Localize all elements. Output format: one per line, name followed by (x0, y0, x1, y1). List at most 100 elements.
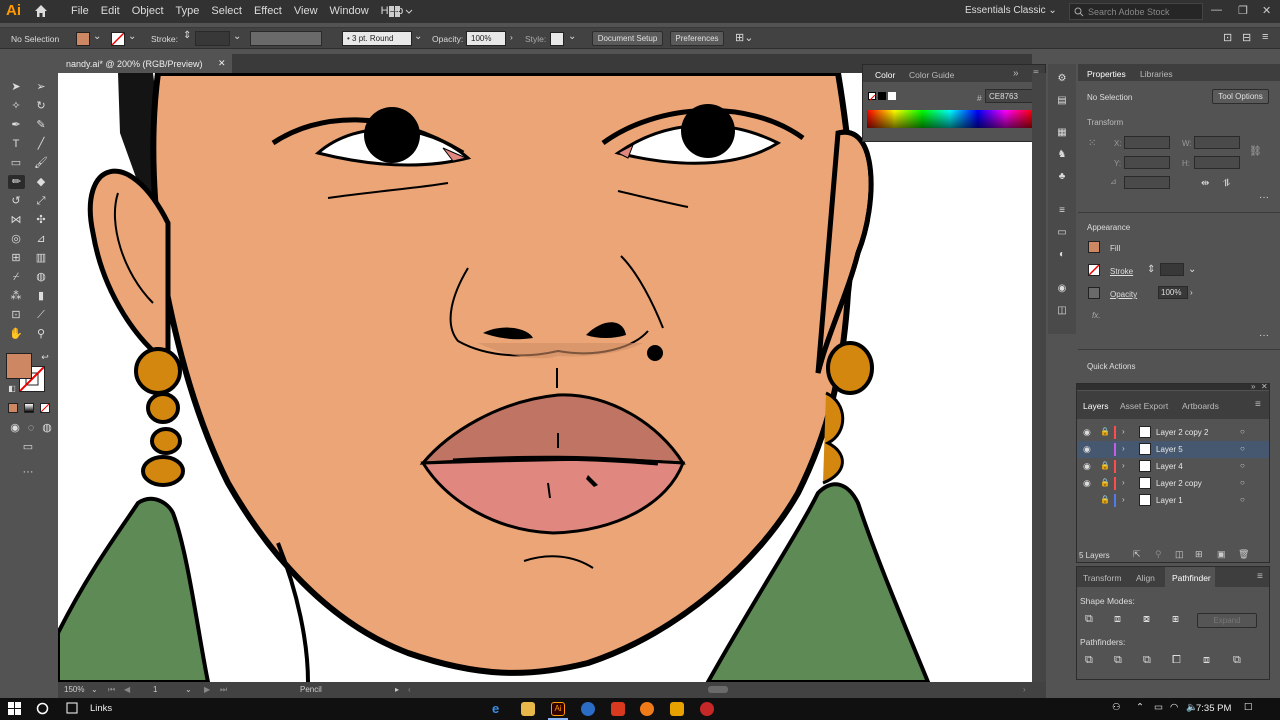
scroll-left-icon[interactable]: ‹ (408, 685, 411, 694)
properties-panel-icon[interactable]: ⚙ (1055, 72, 1069, 86)
symbols-icon[interactable]: ♣ (1055, 170, 1069, 184)
menu-file[interactable]: File (71, 5, 89, 17)
crop-icon[interactable]: ⧠ (1172, 654, 1181, 667)
swap-colors-icon[interactable]: ↩ (38, 350, 52, 364)
file-explorer-icon[interactable] (521, 702, 535, 716)
firefox-icon[interactable] (640, 702, 654, 716)
lock-icon[interactable]: 🔒 (1100, 427, 1110, 436)
opacity-label[interactable]: Opacity: (432, 34, 463, 44)
brushes-icon[interactable]: ♞ (1055, 148, 1069, 162)
screen-mode-icon[interactable]: ▭ (21, 440, 35, 454)
expand-layer-icon[interactable]: › (1122, 444, 1125, 453)
chevron-right-icon[interactable]: ▸ (395, 685, 399, 694)
mesh-tool-icon[interactable]: ⊞ (9, 251, 23, 265)
windows-start-icon[interactable] (8, 702, 21, 715)
layer-row[interactable]: ◉ 🔒 › Layer 2 copy 2 ○ (1077, 424, 1269, 441)
panel-menu-icon[interactable]: ≡ (1255, 399, 1261, 410)
gradient-tool-icon[interactable]: ▥ (34, 251, 48, 265)
hex-value-field[interactable]: CE8763 (985, 89, 1035, 103)
notifications-icon[interactable]: ☐ (1244, 702, 1253, 713)
scale-tool-icon[interactable]: ⤢ (34, 194, 48, 208)
layer-name[interactable]: Layer 2 copy (1156, 479, 1202, 488)
task-view-icon[interactable] (65, 702, 79, 715)
draw-behind-icon[interactable]: ◌ (24, 421, 38, 435)
menu-view[interactable]: View (294, 5, 318, 17)
reference-point-icon[interactable]: ⁙ (1088, 138, 1102, 152)
more-options-icon[interactable]: ··· (1259, 192, 1269, 203)
unite-icon[interactable]: ⧉ (1085, 613, 1093, 626)
fill-color-front[interactable] (6, 353, 32, 379)
default-colors-icon[interactable]: ◧ (5, 382, 19, 396)
hand-tool-icon[interactable]: ✋ (9, 327, 23, 341)
target-icon[interactable]: ○ (1240, 461, 1245, 470)
stroke-weight-field[interactable] (195, 31, 230, 46)
magic-wand-tool-icon[interactable]: ✧ (9, 99, 23, 113)
scroll-right-icon[interactable]: › (1023, 685, 1026, 694)
links-toolbar[interactable]: Links (90, 703, 112, 714)
menu-object[interactable]: Object (132, 5, 164, 17)
chevron-down-icon[interactable]: ⌄ (233, 31, 241, 42)
fill-swatch[interactable] (1088, 241, 1100, 253)
vertical-scrollbar[interactable] (1032, 73, 1046, 682)
puppet-warp-tool-icon[interactable]: ✣ (34, 213, 48, 227)
close-icon[interactable]: ✕ (1261, 382, 1268, 391)
tab-artboards[interactable]: Artboards (1182, 401, 1219, 411)
stroke-label[interactable]: Stroke (1110, 267, 1133, 276)
last-artboard-icon[interactable]: ⏭ (220, 685, 227, 695)
battery-icon[interactable]: ▭ (1154, 702, 1163, 713)
tab-color-guide[interactable]: Color Guide (909, 70, 954, 80)
white-swatch[interactable] (888, 92, 896, 100)
constrain-link-icon[interactable]: ⛓ (1249, 146, 1262, 157)
opacity-field[interactable]: 100% (1158, 286, 1188, 299)
layer-name[interactable]: Layer 1 (1156, 496, 1183, 505)
gradient-panel-icon[interactable]: ▭ (1055, 226, 1069, 240)
layer-row[interactable]: ◉ 🔒 › Layer 4 ○ (1077, 458, 1269, 475)
visibility-eye-icon[interactable]: ◉ (1083, 427, 1091, 438)
menu-effect[interactable]: Effect (254, 5, 282, 17)
panel-menu-icon[interactable]: ≡ (1257, 571, 1263, 582)
menu-select[interactable]: Select (211, 5, 242, 17)
chevron-down-icon[interactable]: ⌄ (414, 31, 422, 42)
clipping-mask-icon[interactable]: ◫ (1175, 549, 1184, 560)
expand-button[interactable]: Expand (1197, 613, 1257, 628)
gradient-mode-icon[interactable] (24, 403, 34, 413)
restore-icon[interactable]: ❐ (1238, 4, 1248, 17)
artboard-tool-icon[interactable]: ⊡ (9, 308, 23, 322)
illustrator-taskbar-icon[interactable]: Ai (551, 702, 565, 716)
stroke-swatch[interactable] (1088, 264, 1100, 276)
menu-edit[interactable]: Edit (101, 5, 120, 17)
stroke-stepper[interactable]: ⇕ (1147, 264, 1155, 275)
horizontal-scrollbar-thumb[interactable] (708, 686, 728, 693)
transparency-icon[interactable]: ◐ (1055, 248, 1069, 262)
target-icon[interactable]: ○ (1240, 495, 1245, 504)
graphic-style-swatch[interactable] (550, 32, 564, 46)
menu-window[interactable]: Window (330, 5, 369, 17)
shape-builder-tool-icon[interactable]: ◎ (9, 232, 23, 246)
stroke-weight-stepper[interactable]: ⇕ (183, 30, 191, 41)
delete-layer-icon[interactable]: 🗑 (1238, 549, 1249, 560)
document-tab[interactable]: nandy.ai* @ 200% (RGB/Preview) ✕ (58, 54, 232, 73)
direct-selection-tool-icon[interactable]: ➢ (34, 80, 48, 94)
tab-asset-export[interactable]: Asset Export (1120, 401, 1168, 411)
color-spectrum[interactable] (867, 110, 1033, 128)
minimize-icon[interactable]: — (1211, 4, 1222, 16)
flip-horizontal-icon[interactable]: ⇹ (1201, 178, 1209, 189)
lasso-tool-icon[interactable]: ↻ (34, 99, 48, 113)
first-artboard-icon[interactable]: ⏮ (108, 685, 115, 695)
chevron-down-icon[interactable]: ⌄ (1188, 264, 1196, 275)
close-tab-icon[interactable]: ✕ (218, 58, 226, 69)
tab-properties[interactable]: Properties (1087, 69, 1126, 79)
layers-drag-bar[interactable] (1077, 384, 1269, 390)
home-icon[interactable] (33, 3, 49, 19)
stroke-label[interactable]: Stroke: (151, 34, 178, 44)
curvature-tool-icon[interactable]: ✎ (34, 118, 48, 132)
rotate-icon[interactable]: ⊿ (1110, 177, 1117, 186)
recorder-icon[interactable] (700, 702, 714, 716)
artboard-canvas[interactable] (58, 73, 1032, 682)
selection-tool-icon[interactable]: ➤ (9, 80, 23, 94)
layer-name[interactable]: Layer 5 (1156, 445, 1183, 454)
vlc-icon[interactable] (670, 702, 684, 716)
draw-normal-icon[interactable]: ◉ (8, 421, 22, 435)
expand-layer-icon[interactable]: › (1122, 427, 1125, 436)
libraries-icon[interactable]: ▤ (1055, 94, 1069, 108)
